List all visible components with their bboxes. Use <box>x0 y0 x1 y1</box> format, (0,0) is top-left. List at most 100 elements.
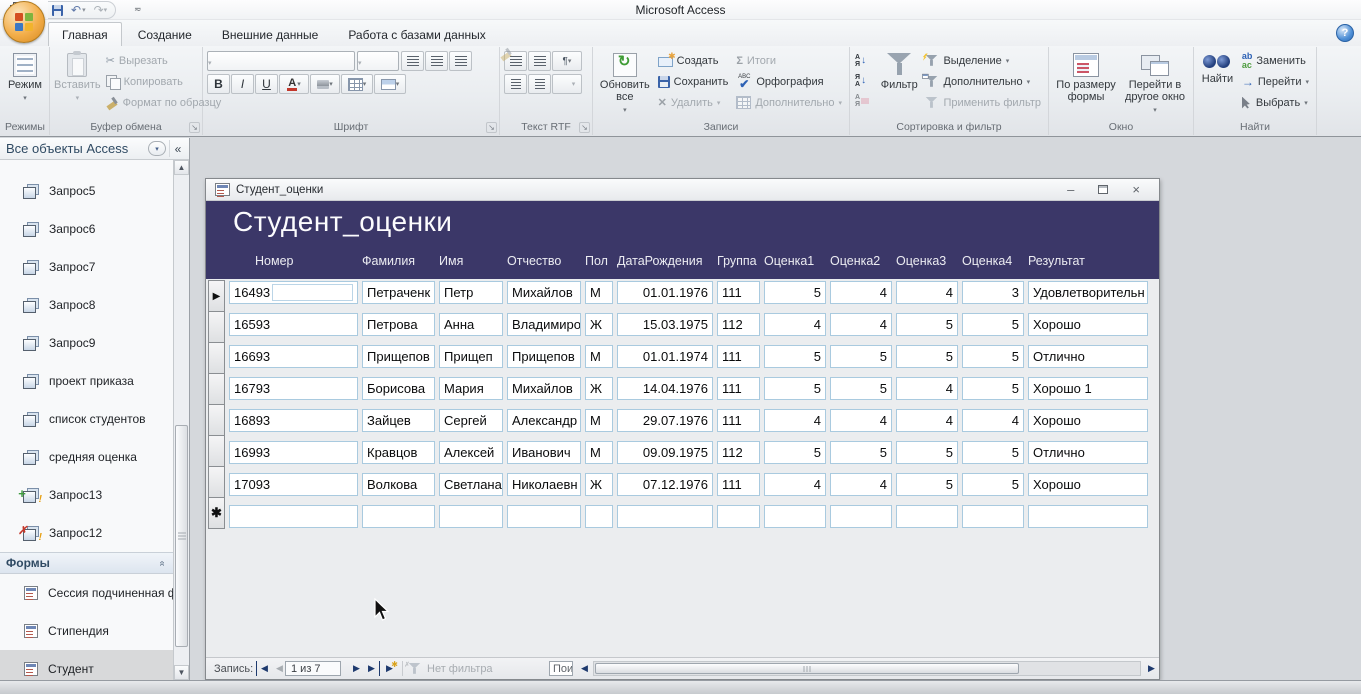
field-Отчество[interactable]: Иванович <box>507 441 581 464</box>
field-Оценка2[interactable]: 4 <box>830 473 892 496</box>
field-Оценка1[interactable]: 4 <box>764 473 826 496</box>
field-Результат[interactable] <box>1028 505 1148 528</box>
field-Фамилия[interactable]: Кравцов <box>362 441 435 464</box>
sidebar-item-Запрос6[interactable]: Запрос6 <box>0 210 173 248</box>
save-button[interactable] <box>52 5 63 16</box>
sidebar-item-Стипендия[interactable]: Стипендия <box>0 612 173 650</box>
record-selector[interactable] <box>208 466 225 498</box>
sidebar-item-Сессия подчиненная фо...[interactable]: Сессия подчиненная фо... <box>0 574 173 612</box>
field-Оценка4[interactable]: 5 <box>962 345 1024 368</box>
field-Имя[interactable] <box>439 505 503 528</box>
field-Группа[interactable] <box>717 505 760 528</box>
switch-windows-button[interactable]: Перейти в другое окно ▾ <box>1121 50 1189 117</box>
text-direction-button[interactable]: ¶▾ <box>552 51 582 71</box>
field-Результат[interactable]: Хорошо <box>1028 313 1148 336</box>
field-Оценка2[interactable]: 5 <box>830 377 892 400</box>
field-Оценка4[interactable]: 5 <box>962 441 1024 464</box>
record-selector[interactable] <box>208 373 225 405</box>
field-Оценка4[interactable]: 5 <box>962 473 1024 496</box>
field-Номер[interactable]: 16493 <box>229 281 358 304</box>
sidebar-item-Запрос13[interactable]: +!Запрос13 <box>0 476 173 514</box>
select-button[interactable]: Выбрать▾ <box>1239 92 1312 113</box>
new-blank-record-button[interactable]: ▶✱ <box>382 661 397 676</box>
replace-button[interactable]: abЗаменить <box>1239 50 1312 71</box>
field-Оценка1[interactable]: 5 <box>764 377 826 400</box>
sidebar-item-список студентов[interactable]: список студентов <box>0 400 173 438</box>
sidebar-item-проект приказа[interactable]: проект приказа <box>0 362 173 400</box>
hscroll-right-button[interactable]: ▶ <box>1144 661 1159 676</box>
tab-Создание[interactable]: Создание <box>124 22 206 46</box>
new-record-button[interactable]: Создать <box>655 50 732 71</box>
tab-Работа с базами данных[interactable]: Работа с базами данных <box>334 22 499 46</box>
field-Группа[interactable]: 112 <box>717 313 760 336</box>
field-Отчество[interactable] <box>507 505 581 528</box>
field-Оценка1[interactable]: 5 <box>764 441 826 464</box>
advanced-filter-button[interactable]: Дополнительно▾ <box>922 71 1044 92</box>
field-Оценка3[interactable]: 4 <box>896 281 958 304</box>
scroll-down-button[interactable]: ▼ <box>174 665 189 680</box>
navigation-pane-header[interactable]: Все объекты Access ▾ « <box>0 138 189 160</box>
bold-button[interactable]: B <box>207 74 230 94</box>
field-Оценка1[interactable]: 4 <box>764 313 826 336</box>
field-Отчество[interactable]: Михайлов <box>507 377 581 400</box>
field-Оценка3[interactable]: 4 <box>896 377 958 400</box>
field-Группа[interactable]: 111 <box>717 345 760 368</box>
view-button[interactable]: Режим ▾ <box>5 50 45 105</box>
highlight-color-button[interactable]: ▾ <box>552 74 582 94</box>
field-Оценка4[interactable]: 5 <box>962 377 1024 400</box>
field-Пол[interactable]: Ж <box>585 473 613 496</box>
navigation-scrollbar[interactable]: ▲ ▼ <box>173 160 189 680</box>
sidebar-item-Запрос8[interactable]: Запрос8 <box>0 286 173 324</box>
sidebar-item-средняя оценка[interactable]: средняя оценка <box>0 438 173 476</box>
alternate-fill-button[interactable]: ▾ <box>374 74 406 94</box>
sidebar-item-Запрос5[interactable]: Запрос5 <box>0 172 173 210</box>
field-Результат[interactable]: Хорошо 1 <box>1028 377 1148 400</box>
field-Оценка3[interactable] <box>896 505 958 528</box>
field-Фамилия[interactable]: Петрова <box>362 313 435 336</box>
paste-button[interactable]: Вставить ▾ <box>54 50 101 105</box>
field-Пол[interactable]: М <box>585 409 613 432</box>
field-Результат[interactable]: Удовлетворительн <box>1028 281 1148 304</box>
hscroll-left-button[interactable]: ◀ <box>577 661 592 676</box>
field-ДатаРождения[interactable] <box>617 505 713 528</box>
goto-button[interactable]: →Перейти▾ <box>1239 71 1312 92</box>
form-restore-button[interactable] <box>1098 185 1108 194</box>
record-selector[interactable] <box>208 435 225 467</box>
underline-button[interactable]: U <box>255 74 278 94</box>
record-selector[interactable]: ✱ <box>208 497 225 529</box>
field-Результат[interactable]: Хорошо <box>1028 473 1148 496</box>
field-Номер[interactable] <box>229 505 358 528</box>
field-Оценка1[interactable]: 5 <box>764 281 826 304</box>
field-Оценка4[interactable]: 5 <box>962 313 1024 336</box>
save-record-button[interactable]: Сохранить <box>655 71 732 92</box>
record-selector[interactable]: ▶ <box>208 280 225 312</box>
sidebar-item-Запрос7[interactable]: Запрос7 <box>0 248 173 286</box>
field-Пол[interactable] <box>585 505 613 528</box>
form-title-bar[interactable]: Студент_оценки – × <box>206 179 1159 201</box>
field-Пол[interactable]: Ж <box>585 377 613 400</box>
field-Группа[interactable]: 111 <box>717 281 760 304</box>
field-ДатаРождения[interactable]: 01.01.1974 <box>617 345 713 368</box>
first-record-button[interactable]: ◀ <box>256 661 271 676</box>
field-Пол[interactable]: Ж <box>585 313 613 336</box>
field-Оценка1[interactable] <box>764 505 826 528</box>
increase-indent-button[interactable] <box>528 51 551 71</box>
sidebar-item-Запрос9[interactable]: Запрос9 <box>0 324 173 362</box>
totals-button[interactable]: ΣИтоги <box>733 50 845 71</box>
field-Оценка4[interactable] <box>962 505 1024 528</box>
undo-button[interactable]: ↶▾ <box>71 3 86 17</box>
align-left-button[interactable] <box>401 51 424 71</box>
field-Имя[interactable]: Анна <box>439 313 503 336</box>
field-Оценка1[interactable]: 5 <box>764 345 826 368</box>
field-Имя[interactable]: Светлана <box>439 473 503 496</box>
field-Оценка2[interactable]: 4 <box>830 409 892 432</box>
field-Оценка3[interactable]: 5 <box>896 313 958 336</box>
last-record-button[interactable]: ▶ <box>365 661 380 676</box>
field-ДатаРождения[interactable]: 14.04.1976 <box>617 377 713 400</box>
collapse-pane-button[interactable]: « <box>169 140 186 157</box>
font-size-combobox[interactable]: ▾ <box>357 51 399 71</box>
field-Оценка3[interactable]: 5 <box>896 345 958 368</box>
bullet-list-button[interactable] <box>528 74 551 94</box>
field-Номер[interactable]: 16693 <box>229 345 358 368</box>
field-Оценка2[interactable]: 4 <box>830 281 892 304</box>
